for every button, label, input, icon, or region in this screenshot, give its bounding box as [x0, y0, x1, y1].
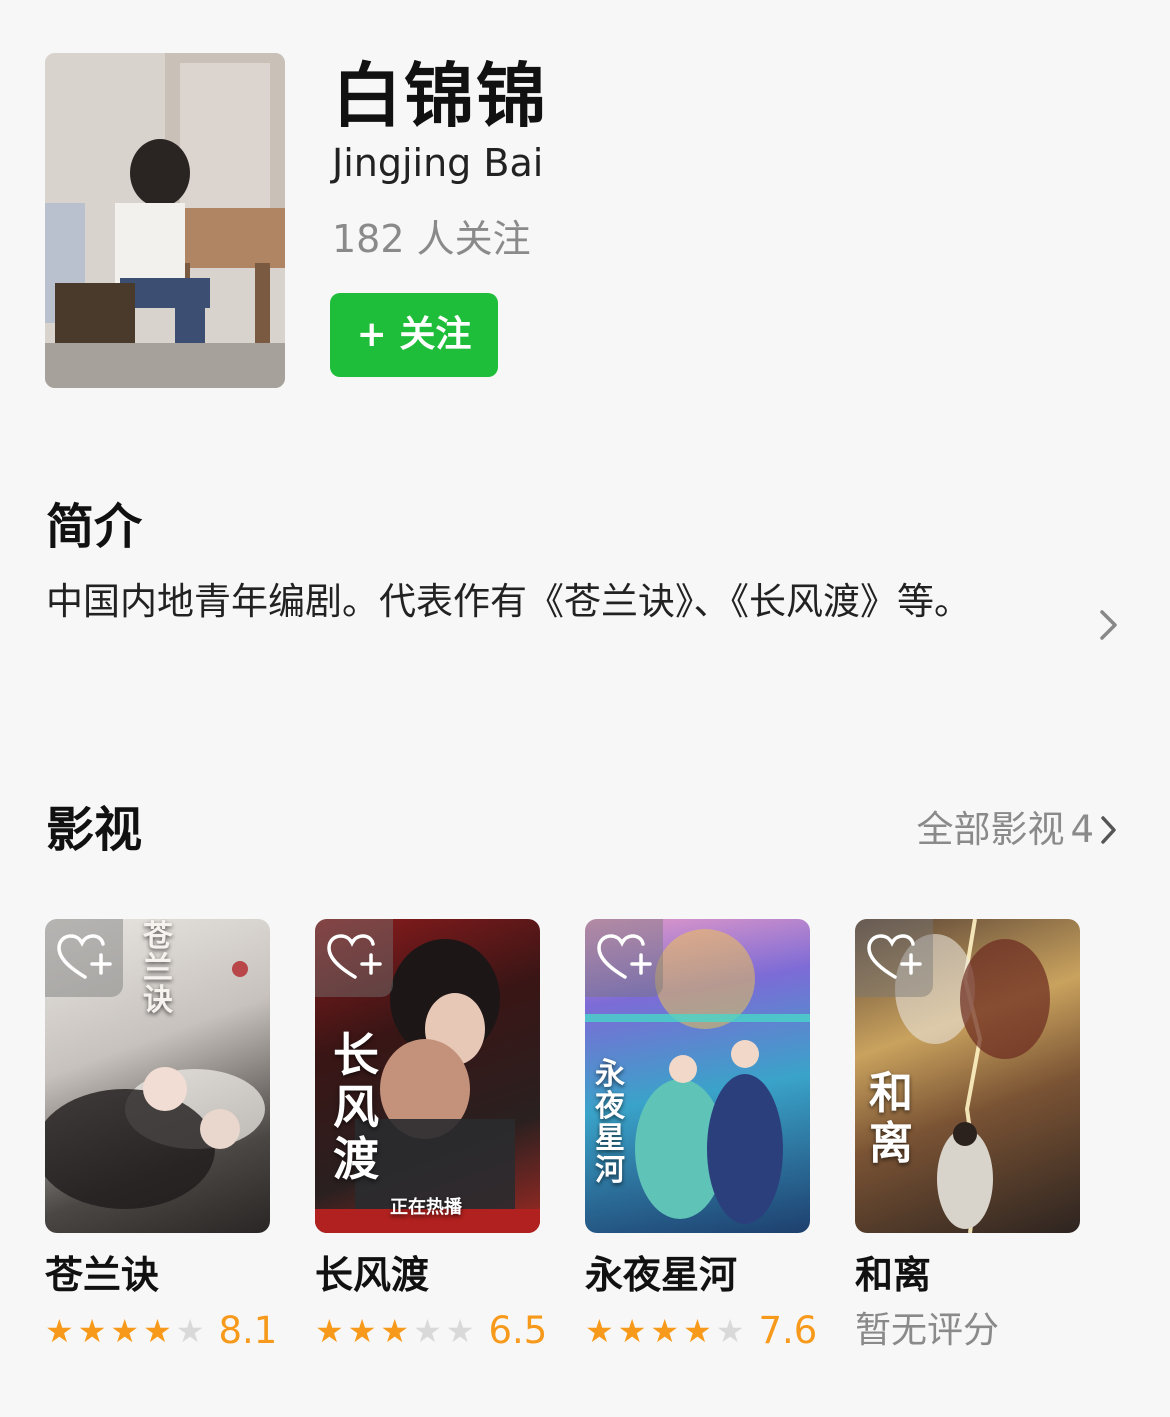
movie-title[interactable]: 苍兰诀: [45, 1251, 270, 1299]
star-icon: ★: [175, 1312, 205, 1350]
movie-title[interactable]: 和离: [855, 1251, 1080, 1299]
no-rating-label: 暂无评分: [855, 1310, 1000, 1351]
movie-card[interactable]: 和离 和离 暂无评分: [855, 919, 1080, 1353]
favorite-button[interactable]: [855, 919, 933, 997]
heart-plus-icon: [57, 934, 112, 979]
movie-rating: ★ ★ ★ ★ ★ 7.6: [585, 1309, 817, 1353]
chevron-right-icon[interactable]: [1098, 608, 1120, 642]
poster-tagline: 正在热播: [390, 1197, 462, 1218]
star-icon: ★: [650, 1312, 680, 1350]
star-icon: ★: [445, 1312, 475, 1350]
movie-rating: ★ ★ ★ ★ ★ 6.5: [315, 1309, 547, 1353]
movie-score: 6.5: [488, 1309, 548, 1352]
all-works-count: 4: [1070, 808, 1094, 851]
movie-title[interactable]: 长风渡: [315, 1251, 540, 1299]
all-works-label: 全部影视: [916, 808, 1065, 851]
star-icon: ★: [347, 1312, 377, 1350]
star-icon: ★: [45, 1312, 74, 1350]
movie-poster[interactable]: 苍兰诀: [45, 919, 270, 1233]
poster-title: 永夜星河: [595, 1057, 625, 1188]
intro-text[interactable]: 中国内地青年编剧。代表作有《苍兰诀》、《长风渡》等。: [46, 575, 1026, 629]
movie-card[interactable]: 长风渡 正在热播 长风渡 ★ ★ ★ ★ ★ 6.5: [315, 919, 547, 1353]
star-icon: ★: [715, 1312, 745, 1350]
star-icon: ★: [110, 1312, 140, 1350]
poster-title: 长风渡: [333, 1028, 379, 1186]
follower-count: 182 人关注: [332, 217, 531, 261]
heart-plus-icon: [597, 934, 652, 979]
movie-score: 8.1: [218, 1309, 278, 1352]
star-icon: ★: [143, 1312, 172, 1350]
poster-title: 和离: [869, 1068, 913, 1169]
author-avatar[interactable]: [45, 53, 285, 388]
all-works-link[interactable]: 全部影视 4: [916, 806, 1118, 854]
movie-poster[interactable]: 长风渡 正在热播: [315, 919, 540, 1233]
star-rating: ★ ★ ★ ★ ★: [585, 1313, 744, 1349]
star-icon: ★: [380, 1312, 410, 1350]
movie-card[interactable]: 苍兰诀 苍兰诀 ★ ★ ★ ★ ★ 8.1: [45, 919, 277, 1353]
movie-card[interactable]: 永夜星河 永夜星河 ★ ★ ★ ★ ★ 7.6: [585, 919, 817, 1353]
follow-button[interactable]: + 关注: [330, 293, 498, 377]
movie-rating: 暂无评分: [855, 1309, 1080, 1353]
star-icon: ★: [413, 1312, 442, 1350]
movie-score: 7.6: [758, 1309, 818, 1352]
star-icon: ★: [617, 1312, 647, 1350]
movie-poster[interactable]: 和离: [855, 919, 1080, 1233]
movie-rating: ★ ★ ★ ★ ★ 8.1: [45, 1309, 277, 1353]
favorite-button[interactable]: [315, 919, 393, 997]
chevron-right-icon: [1101, 816, 1116, 844]
heart-plus-icon: [327, 934, 382, 979]
movie-poster[interactable]: 永夜星河: [585, 919, 810, 1233]
author-name-en: Jingjing Bai: [332, 141, 544, 185]
star-rating: ★ ★ ★ ★ ★: [315, 1313, 474, 1349]
star-rating: ★ ★ ★ ★ ★: [45, 1313, 204, 1349]
intro-title: 简介: [46, 499, 143, 555]
movie-title[interactable]: 永夜星河: [585, 1251, 810, 1299]
author-name-cn: 白锦锦: [332, 55, 548, 137]
heart-plus-icon: [867, 934, 922, 979]
works-title: 影视: [46, 802, 143, 858]
star-icon: ★: [315, 1312, 344, 1350]
star-icon: ★: [585, 1312, 614, 1350]
favorite-button[interactable]: [585, 919, 663, 997]
avatar-photo: [45, 53, 285, 388]
star-icon: ★: [683, 1312, 712, 1350]
favorite-button[interactable]: [45, 919, 123, 997]
poster-title: 苍兰诀: [143, 919, 173, 1018]
star-icon: ★: [77, 1312, 107, 1350]
